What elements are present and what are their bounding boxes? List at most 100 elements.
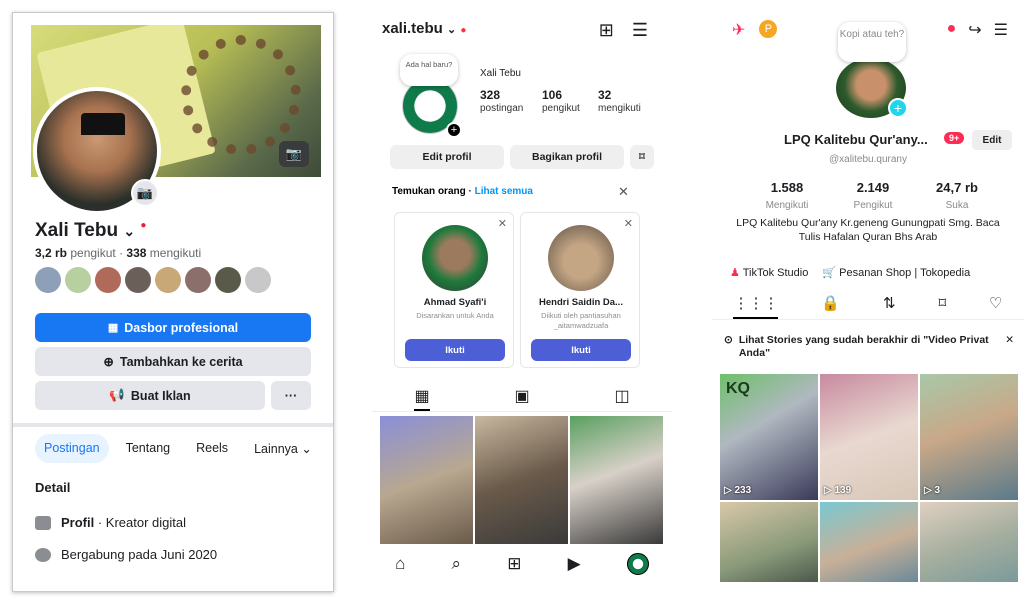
- edit-profile-button[interactable]: Edit: [972, 130, 1012, 150]
- profile-nav-avatar[interactable]: [626, 553, 649, 575]
- video-thumbnail[interactable]: ▷ 3: [920, 374, 1018, 500]
- ig-followers-stat[interactable]: 106 pengikut: [542, 88, 580, 114]
- menu-icon[interactable]: ☰: [994, 20, 1008, 40]
- share-icon[interactable]: ↪: [968, 20, 981, 40]
- close-icon[interactable]: ✕: [618, 184, 629, 200]
- shop-orders-link[interactable]: 🛒 Pesanan Shop | Tokopedia: [822, 266, 970, 279]
- ig-following-stat[interactable]: 32 mengikuti: [598, 88, 641, 114]
- tt-following-count: 1.588: [770, 180, 804, 195]
- status-dot: ●: [140, 220, 147, 231]
- ig-post-grid: [380, 416, 663, 544]
- post-thumbnail[interactable]: [570, 416, 663, 544]
- video-thumbnail[interactable]: ▷ 139: [820, 374, 918, 500]
- tt-likes-stat[interactable]: 24,7 rb Suka: [912, 180, 1002, 213]
- friend-avatar[interactable]: [215, 267, 241, 293]
- tt-following-stat[interactable]: 1.588 Mengikuti: [742, 180, 832, 213]
- tt-handle: @xalitebu.qurany: [829, 154, 907, 165]
- friend-avatar[interactable]: [35, 267, 61, 293]
- follower-avatars[interactable]: [35, 267, 271, 293]
- follow-counts[interactable]: 3,2 rb pengikut · 338 mengikuti: [35, 246, 201, 260]
- avatar-camera-icon[interactable]: 📷: [131, 179, 159, 207]
- friend-avatar[interactable]: [65, 267, 91, 293]
- close-icon[interactable]: ✕: [1005, 334, 1014, 360]
- add-story-button[interactable]: ⊕ Tambahkan ke cerita: [35, 347, 311, 376]
- chevron-down-icon: ⌄: [447, 24, 457, 36]
- ig-note-bubble[interactable]: Ada hal baru?: [400, 54, 458, 86]
- tt-display-name: LPQ Kalitebu Qur'any...: [784, 132, 928, 147]
- grid-icon[interactable]: ▦: [414, 386, 430, 411]
- suggestion-name: Ahmad Syafi'i: [423, 297, 487, 308]
- friend-avatar[interactable]: [125, 267, 151, 293]
- tt-stories-text: Lihat Stories yang sudah berakhir di "Vi…: [738, 334, 989, 359]
- video-thumbnail[interactable]: [920, 502, 1018, 582]
- bookmark-icon[interactable]: ⌑: [630, 145, 654, 169]
- video-thumbnail[interactable]: [720, 502, 818, 582]
- tt-stories-notice[interactable]: ⊙ Lihat Stories yang sudah berakhir di "…: [724, 334, 1014, 360]
- reels-nav-icon[interactable]: ▶: [568, 554, 581, 574]
- liked-icon[interactable]: ♡: [989, 294, 1002, 319]
- search-icon[interactable]: ⌕: [452, 554, 462, 574]
- tab-posts[interactable]: Postingan: [35, 434, 109, 463]
- post-thumbnail[interactable]: [380, 416, 473, 544]
- friend-avatar[interactable]: [155, 267, 181, 293]
- coin-icon[interactable]: P: [759, 20, 778, 38]
- suggestion-card: ✕ Ahmad Syafi'i Disarankan untuk Anda Ik…: [394, 212, 514, 368]
- tagged-icon[interactable]: ◫: [614, 386, 629, 411]
- new-post-icon[interactable]: ⊞: [599, 20, 614, 41]
- chevron-down-icon[interactable]: ⌄: [123, 223, 135, 239]
- home-icon[interactable]: ⌂: [395, 554, 405, 574]
- friend-avatar-placeholder[interactable]: [245, 267, 271, 293]
- menu-icon[interactable]: ☰: [632, 20, 648, 41]
- video-thumbnail[interactable]: [820, 502, 918, 582]
- reels-icon[interactable]: ▣: [514, 386, 529, 411]
- add-story-icon[interactable]: +: [888, 98, 908, 118]
- bookmark-icon[interactable]: ⌑: [938, 294, 946, 319]
- section-divider: [13, 423, 333, 427]
- discover-people-header: Temukan orang · Lihat semua: [392, 186, 533, 197]
- follow-button[interactable]: Ikuti: [531, 339, 631, 361]
- suggestion-avatar[interactable]: [422, 225, 488, 291]
- add-story-icon[interactable]: +: [446, 122, 462, 138]
- ig-posts-stat[interactable]: 328 postingan: [480, 88, 523, 114]
- cover-camera-icon[interactable]: 📷: [279, 141, 309, 167]
- videos-grid-icon[interactable]: ⋮⋮⋮: [733, 294, 779, 319]
- ig-followers-label: pengikut: [542, 103, 580, 114]
- friend-avatar[interactable]: [185, 267, 211, 293]
- ig-posts-label: postingan: [480, 103, 524, 114]
- edit-profile-button[interactable]: Edit profil: [390, 145, 504, 169]
- ig-username-switcher[interactable]: xali.tebu ⌄ ●: [382, 20, 466, 37]
- see-all-link[interactable]: Lihat semua: [475, 186, 533, 197]
- professional-dashboard-button[interactable]: ▦ Dasbor profesional: [35, 313, 311, 342]
- create-ad-label: Buat Iklan: [130, 388, 191, 403]
- tab-about[interactable]: Tentang: [117, 434, 179, 463]
- notification-badge[interactable]: 9+: [944, 132, 965, 144]
- ig-following-count: 32: [598, 88, 612, 102]
- tt-note-bubble[interactable]: Kopi atau teh?: [838, 22, 906, 62]
- create-icon[interactable]: ⊞: [507, 554, 521, 574]
- add-friend-icon[interactable]: ✈: [732, 20, 745, 40]
- tt-followers-stat[interactable]: 2.149 Pengikut: [828, 180, 918, 213]
- suggestion-avatar[interactable]: [548, 225, 614, 291]
- megaphone-icon: 📢: [109, 388, 125, 402]
- friend-avatar[interactable]: [95, 267, 121, 293]
- repost-icon[interactable]: ⇅: [883, 294, 896, 319]
- tab-more[interactable]: Lainnya ⌄: [245, 434, 321, 463]
- ig-username: xali.tebu: [382, 20, 443, 37]
- dismiss-icon[interactable]: ✕: [624, 217, 633, 230]
- share-profile-button[interactable]: Bagikan profil: [510, 145, 624, 169]
- post-thumbnail[interactable]: [475, 416, 568, 544]
- create-ad-button[interactable]: 📢 Buat Iklan: [35, 381, 265, 410]
- tt-following-label: Mengikuti: [765, 200, 809, 211]
- following-count: 338: [126, 246, 147, 260]
- video-thumbnail[interactable]: KQ ▷ 233: [720, 374, 818, 500]
- tiktok-studio-link[interactable]: ♟ TikTok Studio: [730, 266, 808, 279]
- profile-name-text: Xali Tebu: [35, 220, 119, 241]
- dismiss-icon[interactable]: ✕: [498, 217, 507, 230]
- notifications-icon[interactable]: ●: [947, 20, 957, 40]
- follow-button[interactable]: Ikuti: [405, 339, 505, 361]
- tab-reels[interactable]: Reels: [187, 434, 237, 463]
- ig-content-tabs: ▦ ▣ ◫: [372, 386, 672, 412]
- lock-icon[interactable]: 🔒: [821, 294, 840, 319]
- joined-text: Bergabung pada Juni 2020: [61, 547, 218, 562]
- more-options-button[interactable]: ···: [271, 381, 311, 410]
